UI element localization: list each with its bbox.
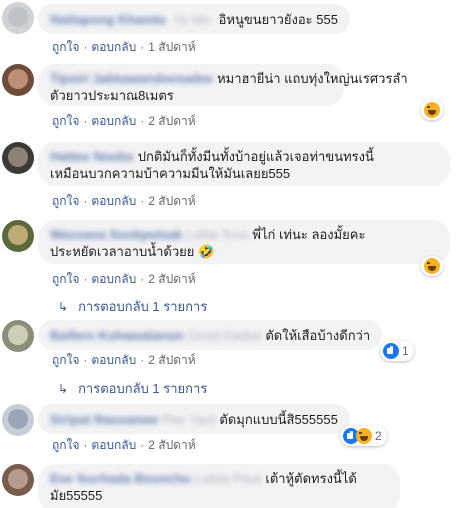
commenter-name[interactable]: Eve Suchada Boonchu [50,471,191,486]
comment-bubble: Siripat Rassamee Pee Yard ตัดมุกแบบนี้สิ55… [38,404,350,434]
separator: · [83,194,88,208]
comment-bubble: Nattapong Khamta Ya Nin อิหนูขนยาวยังอะ … [38,4,350,34]
separator: · [140,438,145,452]
separator: · [140,272,145,286]
separator: · [140,353,145,367]
view-replies-link[interactable]: ↳ การตอบกลับ 1 รายการ [58,378,207,399]
reply-link[interactable]: ตอบกลับ [91,436,136,455]
haha-reaction-icon [424,102,440,118]
comment-actions: ถูกใจ · ตอบกลับ · 2 สัปดาห์ [52,192,196,211]
avatar[interactable] [2,2,34,34]
like-link[interactable]: ถูกใจ [52,351,79,370]
reaction-summary[interactable] [421,100,443,120]
avatar[interactable] [2,142,34,174]
reply-link[interactable]: ตอบกลับ [91,38,136,57]
timestamp[interactable]: 2 สัปดาห์ [148,436,195,455]
like-link[interactable]: ถูกใจ [52,112,79,131]
reply-arrow-icon: ↳ [58,300,69,314]
avatar-face [8,409,28,429]
comment-text-line: เหมือนบวกความบ้าความมีนให้มันเลยย555 [50,166,291,181]
comment-text-line: เต้าหู้ตัดทรงนี้ได้ [265,471,357,486]
tagged-user[interactable]: Ya Nin [173,12,211,27]
commenter-name[interactable]: Siripat Rassamee [50,412,158,427]
comment-bubble: Eve Suchada Boonchu Lalida Pisai เต้าหู้ตั… [38,464,400,508]
comment-actions: ถูกใจ · ตอบกลับ · 2 สัปดาห์ [52,270,196,289]
like-link[interactable]: ถูกใจ [52,192,79,211]
reply-link[interactable]: ตอบกลับ [91,270,136,289]
separator: · [140,194,145,208]
separator: · [83,272,88,286]
haha-reaction-icon [424,258,440,274]
reply-link[interactable]: ตอบกลับ [91,112,136,131]
commenter-name[interactable]: Tipsiri Jakkawandeesadee [50,71,213,86]
separator: · [140,114,145,128]
avatar[interactable] [2,464,34,496]
separator: · [83,40,88,54]
view-replies-label: การตอบกลับ 1 รายการ [78,299,208,314]
reply-arrow-icon: ↳ [58,382,69,396]
commenter-name[interactable]: Baifern Kuhawatanon [50,328,184,343]
comment-text: ตัดให้เสือบ้างดีกว่า [265,328,371,343]
comment-text: ตัดมุกแบบนี้สิ555555 [219,412,338,427]
separator: · [83,438,88,452]
avatar-face [8,225,28,245]
view-replies-link[interactable]: ↳ การตอบกลับ 1 รายการ [58,296,207,317]
timestamp[interactable]: 2 สัปดาห์ [148,351,195,370]
reply-link[interactable]: ตอบกลับ [91,351,136,370]
comment-actions: ถูกใจ · ตอบกลับ · 2 สัปดาห์ [52,436,196,455]
comment-text-line: มัย55555 [50,488,103,503]
separator: · [83,353,88,367]
comment-actions: ถูกใจ · ตอบกลับ · 2 สัปดาห์ [52,112,196,131]
tagged-user[interactable]: Pee Yard [162,412,215,427]
like-link[interactable]: ถูกใจ [52,436,79,455]
comment-bubble: Hattee Noobs ปกติมันก็ทั้งมีนทั้งบ้าอยู่แ… [38,142,450,186]
timestamp[interactable]: 1 สัปดาห์ [148,38,195,57]
separator: · [83,114,88,128]
view-replies-label: การตอบกลับ 1 รายการ [78,381,208,396]
avatar-face [8,147,28,167]
comment-text-line: พี่ไก่ เท่นะ ลองมั้ยคะ [252,227,366,242]
avatar[interactable] [2,320,34,352]
reaction-summary[interactable] [421,256,443,276]
comment-bubble: Tipsiri Jakkawandeesadee หมาฮายีน่า แถบทุ… [38,64,408,106]
reply-link[interactable]: ตอบกลับ [91,192,136,211]
reaction-summary[interactable]: 2 [340,426,387,446]
like-link[interactable]: ถูกใจ [52,38,79,57]
avatar[interactable] [2,64,34,96]
like-link[interactable]: ถูกใจ [52,270,79,289]
commenter-name[interactable]: Nattapong Khamta [50,12,166,27]
separator: · [140,40,145,54]
comment-bubble: Wassana Sookpetsak Lalita Tosa พี่ไก่ เท่น… [38,220,450,264]
timestamp[interactable]: 2 สัปดาห์ [148,112,195,131]
haha-reaction-icon [356,428,372,444]
timestamp[interactable]: 2 สัปดาห์ [148,192,195,211]
comment-text-line: ประหยัดเวลาอาบน้ำด้วยย 🤣 [50,244,215,259]
reaction-summary[interactable]: 1 [380,341,414,361]
avatar-face [8,7,28,27]
avatar-face [8,325,28,345]
comment-text-line: ปกติมันก็ทั้งมีนทั้งบ้าอยู่แล้วเจอท่าขนท… [137,149,374,164]
avatar[interactable] [2,220,34,252]
reaction-count: 1 [402,344,409,358]
avatar-face [8,469,28,489]
comment-bubble: Baifern Kuhawatanon Good Dadee ตัดให้เสือบ… [38,320,383,350]
comment-text-line: หมาฮายีน่า แถบทุ่งใหญ่นเรศวรลำ [217,71,408,86]
tagged-user[interactable]: Lalida Pisai [195,471,262,486]
tagged-user[interactable]: Lalita Tosa [186,227,248,242]
comment-text: อิหนูขนยาวยังอะ 555 [218,12,338,27]
comment-text-line: ตัวยาวประมาณ8เมตร [50,88,174,103]
reaction-count: 2 [375,429,382,443]
avatar-face [8,69,28,89]
commenter-name[interactable]: Hattee Noobs [50,149,134,164]
tagged-user[interactable]: Good Dadee [188,328,262,343]
commenter-name[interactable]: Wassana Sookpetsak [50,227,182,242]
comment-actions: ถูกใจ · ตอบกลับ · 1 สัปดาห์ [52,38,196,57]
comment-actions: ถูกใจ · ตอบกลับ · 2 สัปดาห์ [52,351,196,370]
timestamp[interactable]: 2 สัปดาห์ [148,270,195,289]
avatar[interactable] [2,404,34,436]
like-reaction-icon [383,343,399,359]
